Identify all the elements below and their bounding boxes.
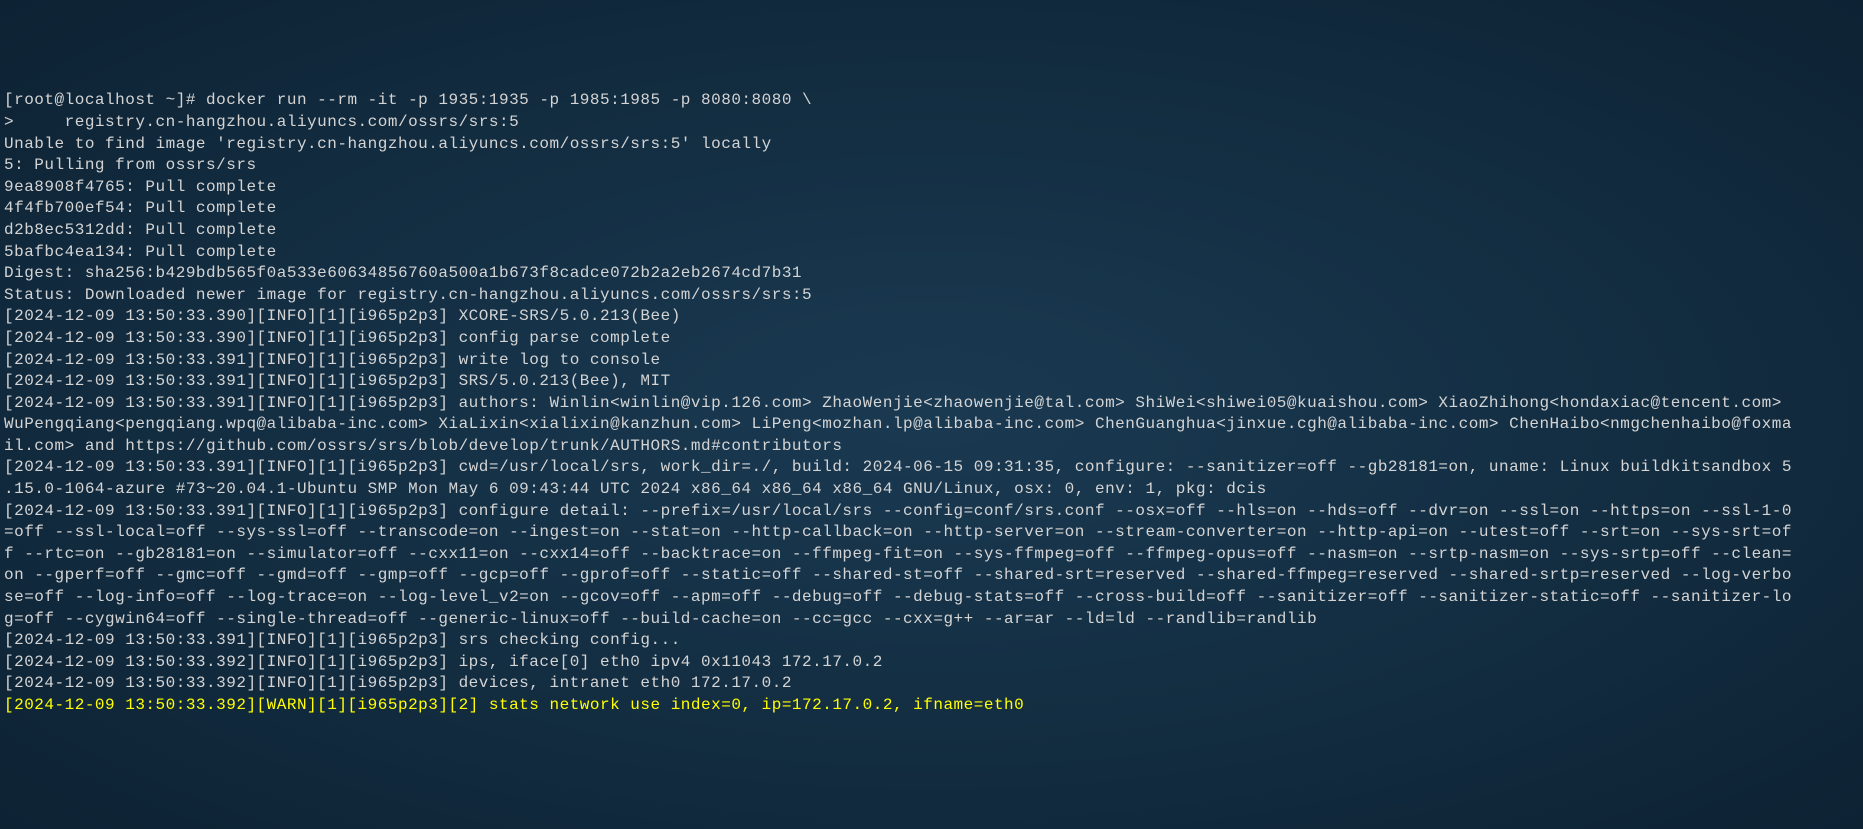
terminal-line: .15.0-1064-azure #73~20.04.1-Ubuntu SMP …	[4, 479, 1859, 501]
terminal-line: [2024-12-09 13:50:33.391][INFO][1][i965p…	[4, 371, 1859, 393]
terminal-line: [2024-12-09 13:50:33.392][INFO][1][i965p…	[4, 652, 1859, 674]
terminal-line: =off --ssl-local=off --sys-ssl=off --tra…	[4, 522, 1859, 544]
terminal-line: [2024-12-09 13:50:33.390][INFO][1][i965p…	[4, 306, 1859, 328]
terminal-line: [2024-12-09 13:50:33.391][INFO][1][i965p…	[4, 350, 1859, 372]
terminal-line: [2024-12-09 13:50:33.391][INFO][1][i965p…	[4, 630, 1859, 652]
terminal-line: [2024-12-09 13:50:33.392][WARN][1][i965p…	[4, 695, 1859, 717]
terminal-line: 4f4fb700ef54: Pull complete	[4, 198, 1859, 220]
terminal-output[interactable]: [root@localhost ~]# docker run --rm -it …	[4, 90, 1859, 716]
terminal-line: [root@localhost ~]# docker run --rm -it …	[4, 90, 1859, 112]
terminal-line: 9ea8908f4765: Pull complete	[4, 177, 1859, 199]
terminal-line: [2024-12-09 13:50:33.390][INFO][1][i965p…	[4, 328, 1859, 350]
terminal-line: Status: Downloaded newer image for regis…	[4, 285, 1859, 307]
terminal-line: on --gperf=off --gmc=off --gmd=off --gmp…	[4, 565, 1859, 587]
terminal-line: se=off --log-info=off --log-trace=on --l…	[4, 587, 1859, 609]
terminal-line: [2024-12-09 13:50:33.391][INFO][1][i965p…	[4, 457, 1859, 479]
terminal-line: Unable to find image 'registry.cn-hangzh…	[4, 134, 1859, 156]
terminal-line: [2024-12-09 13:50:33.392][INFO][1][i965p…	[4, 673, 1859, 695]
terminal-line: Digest: sha256:b429bdb565f0a533e60634856…	[4, 263, 1859, 285]
terminal-line: WuPengqiang<pengqiang.wpq@alibaba-inc.co…	[4, 414, 1859, 436]
terminal-line: 5: Pulling from ossrs/srs	[4, 155, 1859, 177]
terminal-line: il.com> and https://github.com/ossrs/srs…	[4, 436, 1859, 458]
terminal-line: 5bafbc4ea134: Pull complete	[4, 242, 1859, 264]
terminal-line: [2024-12-09 13:50:33.391][INFO][1][i965p…	[4, 393, 1859, 415]
terminal-line: f --rtc=on --gb28181=on --simulator=off …	[4, 544, 1859, 566]
terminal-line: d2b8ec5312dd: Pull complete	[4, 220, 1859, 242]
terminal-line: [2024-12-09 13:50:33.391][INFO][1][i965p…	[4, 501, 1859, 523]
terminal-line: g=off --cygwin64=off --single-thread=off…	[4, 609, 1859, 631]
terminal-line: > registry.cn-hangzhou.aliyuncs.com/ossr…	[4, 112, 1859, 134]
